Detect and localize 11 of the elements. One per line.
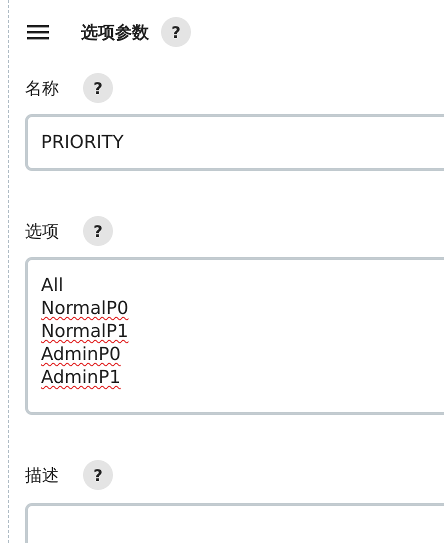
field-label: 名称 — [25, 78, 59, 100]
name-field[interactable]: PRIORITY — [25, 114, 444, 171]
section-title: 选项参数 — [81, 22, 149, 44]
help-button[interactable]: ? — [83, 73, 113, 103]
help-button[interactable]: ? — [161, 17, 191, 47]
options-field[interactable]: All NormalP0 NormalP1 AdminP0 AdminP1 — [25, 257, 444, 415]
field-label: 描述 — [25, 464, 59, 486]
help-button[interactable]: ? — [83, 216, 113, 246]
menu-icon[interactable] — [27, 24, 49, 40]
field-label: 选项 — [25, 220, 59, 242]
help-button[interactable]: ? — [83, 460, 113, 490]
